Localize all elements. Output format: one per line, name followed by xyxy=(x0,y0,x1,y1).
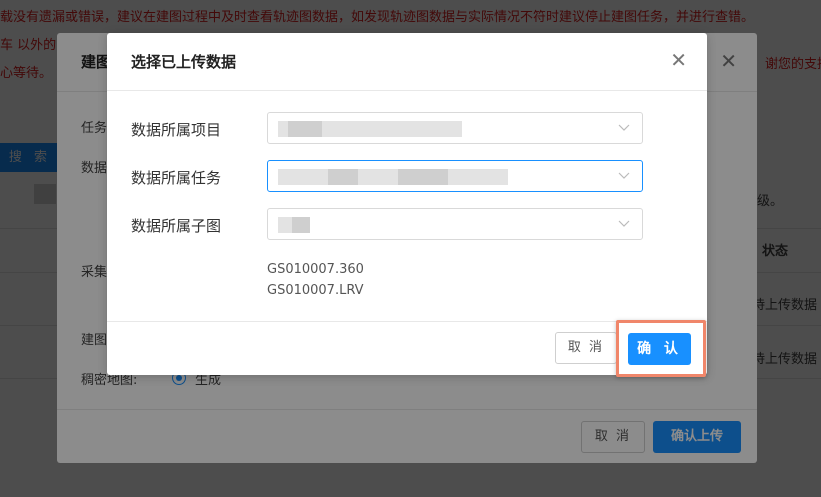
file-list: GS010007.360 GS010007.LRV xyxy=(267,259,364,301)
submap-row: 数据所属子图 xyxy=(107,208,707,242)
project-value xyxy=(278,121,462,137)
confirm-button[interactable]: 确 认 xyxy=(628,333,691,365)
project-label: 数据所属项目 xyxy=(131,121,222,139)
project-row: 数据所属项目 xyxy=(107,112,707,146)
submap-value xyxy=(278,217,310,233)
task-value xyxy=(278,169,508,185)
chevron-down-icon xyxy=(618,124,630,131)
divider xyxy=(107,90,707,91)
dialog-title: 选择已上传数据 xyxy=(131,53,237,71)
task-select[interactable] xyxy=(267,160,643,192)
submap-label: 数据所属子图 xyxy=(131,217,222,235)
close-icon[interactable]: ✕ xyxy=(670,48,687,72)
task-label: 数据所属任务 xyxy=(131,169,222,187)
task-row: 数据所属任务 xyxy=(107,160,707,194)
file-item: GS010007.LRV xyxy=(267,283,364,298)
chevron-down-icon xyxy=(618,220,630,227)
cancel-button[interactable]: 取 消 xyxy=(555,332,617,364)
chevron-down-icon xyxy=(618,172,630,179)
file-item: GS010007.360 xyxy=(267,262,364,277)
submap-select[interactable] xyxy=(267,208,643,240)
project-select[interactable] xyxy=(267,112,643,144)
